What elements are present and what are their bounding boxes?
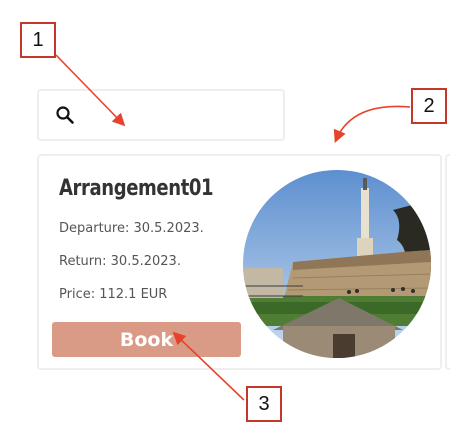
search-box[interactable] [37, 89, 285, 141]
book-button[interactable]: Book [52, 322, 241, 357]
arrangement-title: Arrangement01 [59, 176, 214, 201]
next-card-edge [445, 154, 450, 370]
search-icon [56, 106, 74, 124]
callout-3: 3 [246, 386, 282, 422]
arrow-2 [333, 105, 411, 143]
callout-2: 2 [411, 88, 447, 124]
departure-date: Departure: 30.5.2023. [59, 221, 204, 236]
price: Price: 112.1 EUR [59, 287, 168, 302]
arrangement-photo [243, 170, 431, 358]
callout-1: 1 [20, 22, 56, 58]
search-input[interactable] [85, 101, 279, 131]
arrangement-card[interactable]: Arrangement01 Departure: 30.5.2023. Retu… [37, 154, 442, 370]
return-date: Return: 30.5.2023. [59, 254, 181, 269]
